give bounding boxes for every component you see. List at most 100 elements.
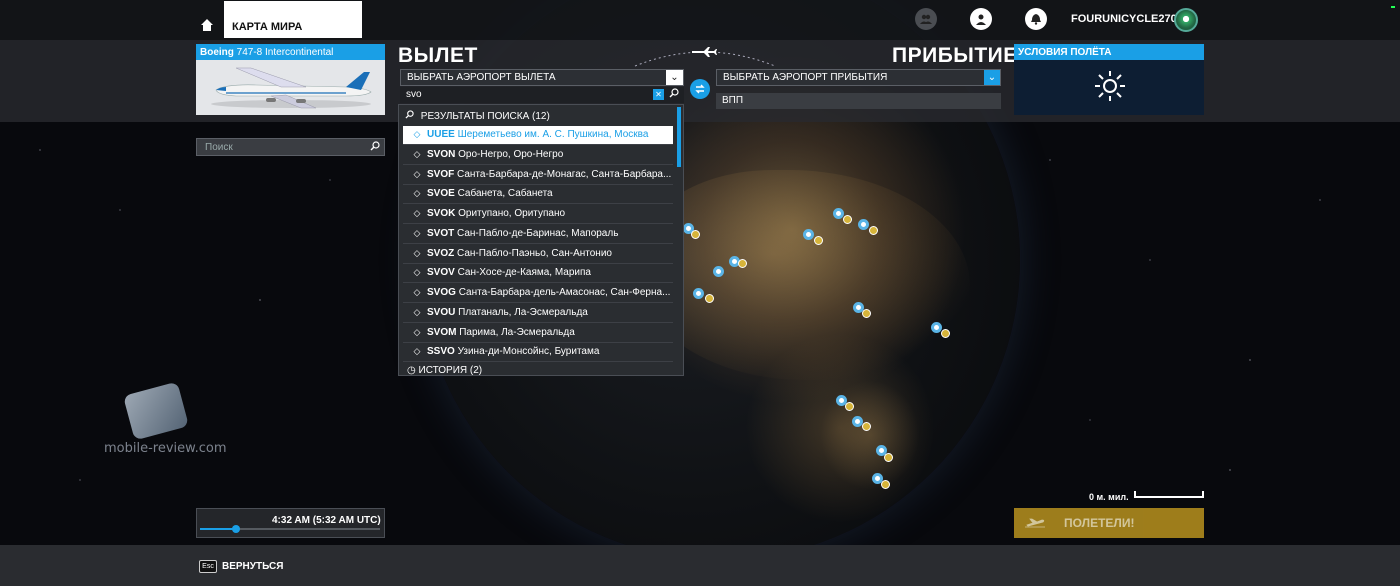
airport-code: SVOM: [427, 327, 457, 338]
airport-name: Сан-Пабло-де-Баринас, Мапораль: [457, 228, 619, 239]
friends-icon[interactable]: [915, 8, 937, 30]
map-scale-bar: [1134, 491, 1204, 498]
departure-title: ВЫЛЕТ: [398, 44, 478, 67]
airport-diamond-icon: ◇: [413, 267, 421, 277]
favorite-star-icon: [738, 259, 747, 268]
favorite-star-icon: [843, 215, 852, 224]
history-label: ИСТОРИЯ (2): [418, 365, 483, 376]
airport-marker[interactable]: [803, 229, 814, 240]
result-item[interactable]: ◇ UUEE Шереметьево им. А. С. Пушкина, Мос…: [403, 126, 673, 145]
airport-marker[interactable]: [858, 219, 869, 230]
results-header: РЕЗУЛЬТАТЫ ПОИСКА (12): [399, 108, 675, 124]
status-indicator: [1391, 6, 1395, 8]
airport-name: Сан-Пабло-Паэньо, Сан-Антонио: [457, 248, 612, 259]
swap-icon: [695, 84, 705, 94]
departure-select-label: ВЫБРАТЬ АЭРОПОРТ ВЫЛЕТА: [407, 72, 556, 83]
time-slider-fill: [200, 528, 236, 530]
result-item[interactable]: ◇ SVOU Платаналь, Ла-Эсмеральда: [403, 304, 673, 323]
time-slider-handle[interactable]: [232, 525, 240, 533]
result-item[interactable]: ◇ SVON Оро-Негро, Оро-Негро: [403, 146, 673, 165]
results-header-label: РЕЗУЛЬТАТЫ ПОИСКА (12): [420, 111, 550, 122]
airport-diamond-icon: ◇: [413, 248, 421, 258]
result-item[interactable]: ◇ SVOV Сан-Хосе-де-Каяма, Марипа: [403, 264, 673, 283]
search-icon[interactable]: [370, 141, 380, 154]
conditions-title: УСЛОВИЯ ПОЛЁТА: [1014, 44, 1204, 60]
arrival-airport-select[interactable]: ВЫБРАТЬ АЭРОПОРТ ПРИБЫТИЯ ⌄: [716, 69, 1001, 86]
result-item[interactable]: ◇ SVOG Санта-Барбара-дель-Амасонас, Сан-Ф…: [403, 284, 673, 303]
result-item[interactable]: ◇ SVOZ Сан-Пабло-Паэньо, Сан-Антонио: [403, 245, 673, 264]
fly-button-label: ПОЛЕТЕЛИ!: [1064, 516, 1135, 530]
airport-marker[interactable]: [693, 288, 704, 299]
aircraft-model: 747-8 Intercontinental: [233, 47, 334, 58]
airport-code: SVON: [427, 149, 456, 160]
aircraft-card[interactable]: Boeing 747-8 Intercontinental: [196, 44, 385, 115]
history-section[interactable]: ◷ ИСТОРИЯ (2): [403, 363, 673, 376]
airport-name: Оритупано, Оритупано: [458, 208, 566, 219]
results-scrollbar[interactable]: [677, 107, 681, 167]
airport-diamond-icon: ◇: [413, 129, 421, 139]
airport-name: Парима, Ла-Эсмеральда: [459, 327, 575, 338]
result-item[interactable]: ◇ SVOT Сан-Пабло-де-Баринас, Мапораль: [403, 225, 673, 244]
favorite-star-icon: [881, 480, 890, 489]
esc-key-icon[interactable]: Esc: [199, 560, 217, 573]
runway-select[interactable]: ВПП: [716, 93, 1001, 109]
result-item[interactable]: ◇ SVOF Санта-Барбара-де-Монагас, Санта-Ба…: [403, 166, 673, 185]
airport-code: SVOU: [427, 307, 456, 318]
airport-name: Санта-Барбара-де-Монагас, Санта-Барбара.…: [457, 169, 672, 180]
airport-marker[interactable]: [713, 266, 724, 277]
favorite-star-icon: [691, 230, 700, 239]
favorite-star-icon: [862, 309, 871, 318]
aircraft-title: Boeing 747-8 Intercontinental: [196, 44, 385, 60]
airport-name: Шереметьево им. А. С. Пушкина, Москва: [457, 129, 649, 140]
airport-diamond-icon: ◇: [413, 208, 421, 218]
search-results-dropdown: РЕЗУЛЬТАТЫ ПОИСКА (12) ◇ UUEE Шереметьево…: [398, 104, 684, 376]
departure-search-input[interactable]: svo ✕: [400, 87, 684, 103]
result-item[interactable]: ◇ SVOM Парима, Ла-Эсмеральда: [403, 324, 673, 343]
fly-button[interactable]: ПОЛЕТЕЛИ!: [1014, 508, 1204, 538]
airport-code: SVOV: [427, 267, 455, 278]
airport-name: Санта-Барбара-дель-Амасонас, Сан-Ферна..…: [458, 287, 671, 298]
clear-icon[interactable]: ✕: [653, 89, 664, 100]
result-item[interactable]: ◇ SVOK Оритупано, Оритупано: [403, 205, 673, 224]
airport-diamond-icon: ◇: [413, 287, 421, 297]
favorite-star-icon: [884, 453, 893, 462]
avatar[interactable]: [1174, 8, 1198, 32]
clock-icon: ◷: [407, 365, 416, 376]
map-search-input[interactable]: Поиск: [196, 138, 385, 156]
username[interactable]: FOURUNICYCLE270: [1071, 13, 1177, 25]
result-item[interactable]: ◇ SSVO Узина-ди-Монсойнс, Буритама: [403, 343, 673, 362]
tab-world-map[interactable]: КАРТА МИРА: [224, 1, 362, 38]
favorite-star-icon: [941, 329, 950, 338]
airport-name: Сабанета, Сабанета: [457, 188, 553, 199]
back-button[interactable]: ВЕРНУТЬСЯ: [222, 561, 283, 572]
watermark-text: mobile-review.com: [104, 441, 227, 456]
search-icon[interactable]: [669, 88, 679, 101]
notifications-icon[interactable]: [1025, 8, 1047, 30]
favorite-star-icon: [814, 236, 823, 245]
airport-name: Узина-ди-Монсойнс, Буритама: [457, 346, 600, 357]
home-icon[interactable]: [196, 14, 218, 36]
sun-icon: [1095, 71, 1125, 101]
profile-icon[interactable]: [970, 8, 992, 30]
airport-code: SVOF: [427, 169, 455, 180]
swap-airports-button[interactable]: [690, 79, 710, 99]
airplane-takeoff-icon: [1024, 516, 1046, 532]
map-scale-label: 0 м. мил.: [1089, 492, 1129, 502]
favorite-star-icon: [862, 422, 871, 431]
departure-airport-select[interactable]: ВЫБРАТЬ АЭРОПОРТ ВЫЛЕТА ⌄: [400, 69, 684, 86]
favorite-star-icon: [869, 226, 878, 235]
airport-diamond-icon: ◇: [413, 307, 421, 317]
departure-search-value: svo: [406, 89, 422, 100]
favorite-star-icon: [705, 294, 714, 303]
runway-label: ВПП: [722, 95, 744, 106]
arrival-select-label: ВЫБРАТЬ АЭРОПОРТ ПРИБЫТИЯ: [723, 72, 888, 83]
route-arc-icon: [634, 47, 776, 67]
search-icon: [405, 110, 414, 119]
chevron-down-icon[interactable]: ⌄: [666, 70, 683, 85]
airport-diamond-icon: ◇: [413, 228, 421, 238]
airport-code: SVOK: [427, 208, 456, 219]
chevron-down-icon[interactable]: ⌄: [984, 70, 1000, 85]
airport-code: SVOG: [427, 287, 456, 298]
result-item[interactable]: ◇ SVOE Сабанета, Сабанета: [403, 185, 673, 204]
south-america-lights: [820, 380, 920, 490]
